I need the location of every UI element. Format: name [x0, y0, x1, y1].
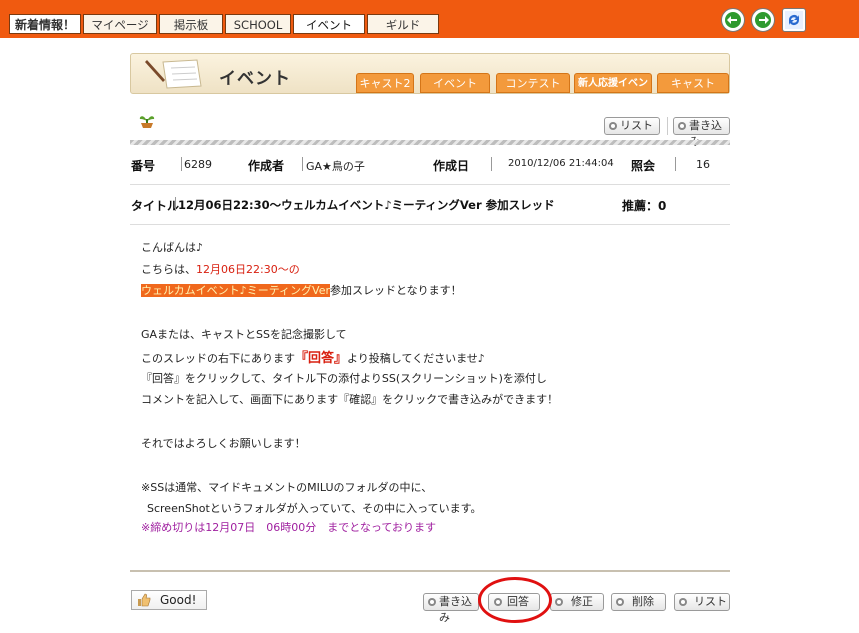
body-text: このスレッドの右下にあります『回答』より投稿してくださいませ♪: [141, 351, 485, 366]
write-button-top[interactable]: 書き込み: [673, 117, 730, 148]
list-button[interactable]: リスト: [674, 593, 730, 611]
tab-school[interactable]: SCHOOL: [225, 14, 291, 34]
author-label: 作成者: [248, 159, 285, 173]
refresh-icon[interactable]: [782, 8, 806, 32]
body-text: こちらは、12月06日22:30～の: [141, 263, 300, 276]
highlighted-event-name: ウェルカムイベント♪ミーティングVer: [141, 284, 330, 297]
tab-bbs[interactable]: 掲示板: [159, 14, 223, 34]
body-text: こんばんは♪: [141, 241, 204, 254]
tab-news[interactable]: 新着情報！: [9, 14, 81, 34]
top-navigation-bar: 新着情報！ マイページ 掲示板 SCHOOL イベント ギルド: [0, 0, 859, 38]
tab-mypage[interactable]: マイページ: [83, 14, 157, 34]
divider-stripe: [130, 140, 730, 145]
body-text: コメントを記入して、画面下にあります『確認』をクリックで書き込みができます！: [141, 393, 559, 406]
divider: [175, 197, 176, 211]
section-banner: イベント キャスト2 イベント コンテスト 新人応援イベント キャスト: [130, 53, 730, 109]
body-text: GAまたは、キャストとSSを記念撮影して: [141, 328, 347, 341]
banner-tab-event[interactable]: イベント: [420, 73, 490, 93]
banner-tab-cast2[interactable]: キャスト2: [356, 73, 414, 93]
tab-guild[interactable]: ギルド: [367, 14, 439, 34]
delete-button[interactable]: 削除: [611, 593, 666, 611]
date-label: 作成日: [433, 159, 470, 173]
number-value: 6289: [184, 158, 212, 171]
list-button-top[interactable]: リスト: [604, 117, 660, 135]
edit-button[interactable]: 修正: [550, 593, 604, 611]
author-value: GA★鳥の子: [306, 160, 365, 173]
recommend-count: 推薦：0: [622, 199, 667, 213]
body-text: 『回答』をクリックして、タイトル下の添付よりSS(スクリーンショット)を添付し: [141, 372, 547, 385]
thumbs-up-icon: [137, 593, 151, 612]
divider: [675, 157, 676, 171]
write-button[interactable]: 書き込み: [423, 593, 479, 624]
body-text: ウェルカムイベント♪ミーティングVer参加スレッドとなります！: [141, 284, 462, 297]
post-title: 12月06日22:30～ウェルカムイベント♪ミーティングVer 参加スレッド: [178, 198, 555, 212]
divider: [130, 224, 730, 225]
banner-tab-contest[interactable]: コンテスト: [496, 73, 570, 93]
good-button[interactable]: Good!: [131, 590, 207, 610]
divider: [130, 570, 730, 572]
sprout-icon: [137, 109, 157, 132]
title-label: タイトル: [131, 199, 180, 213]
date-value: 2010/12/06 21:44:04: [508, 158, 614, 169]
back-arrow-icon[interactable]: [721, 8, 745, 32]
banner-tab-newcomer-event[interactable]: 新人応援イベント: [574, 73, 652, 109]
banner-tab-cast[interactable]: キャスト: [657, 73, 729, 93]
views-label: 照会: [631, 159, 656, 173]
forward-arrow-icon[interactable]: [751, 8, 775, 32]
divider: [181, 157, 182, 171]
divider: [491, 157, 492, 171]
scroll-quill-icon: [141, 56, 211, 95]
tab-event[interactable]: イベント: [293, 14, 365, 34]
divider: [302, 157, 303, 171]
divider: [130, 184, 730, 185]
deadline-note: ※締め切りは12月07日 06時00分 までとなっております: [141, 521, 436, 534]
body-text: ※SSは通常、マイドキュメントのMILUのフォルダの中に、: [141, 481, 433, 494]
number-label: 番号: [131, 159, 156, 173]
body-text: ScreenShotというフォルダが入っていて、その中に入っています。: [147, 502, 482, 515]
page-title: イベント: [219, 69, 291, 89]
divider: [667, 117, 668, 135]
views-value: 16: [696, 158, 710, 171]
body-text: それではよろしくお願いします！: [141, 437, 306, 450]
annotation-circle: [478, 577, 552, 623]
